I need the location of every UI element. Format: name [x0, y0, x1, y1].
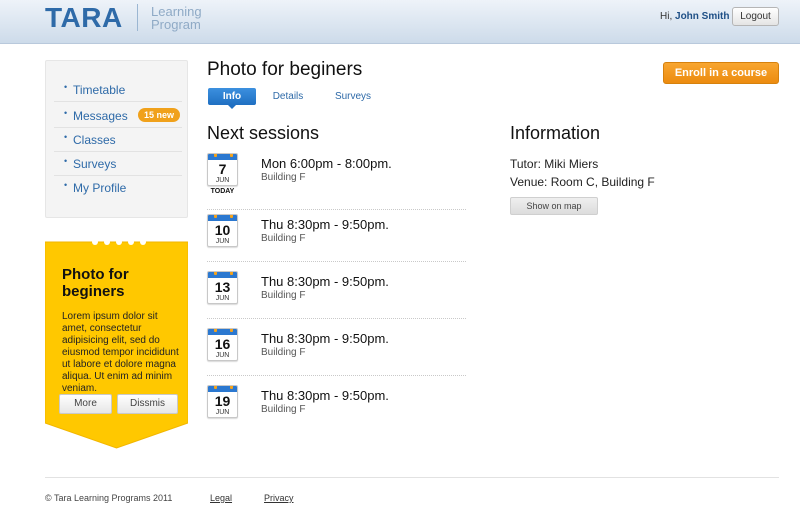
sidebar-item-label: Classes [73, 133, 116, 147]
session-row[interactable]: 13 JUN Thu 8:30pm - 9:50pm. Building F [207, 271, 466, 319]
promo-dismiss-button[interactable]: Dissmis [117, 394, 178, 414]
sidebar-item-label: Timetable [73, 83, 126, 97]
session-location: Building F [261, 404, 306, 415]
session-month: JUN [215, 177, 230, 184]
sidebar-item-label: My Profile [73, 181, 127, 195]
show-on-map-button[interactable]: Show on map [510, 197, 598, 215]
bullet-icon: • [64, 180, 68, 190]
top-bar: TARA Learning Program Hi, John Smith Log… [0, 0, 800, 44]
session-row[interactable]: 19 JUN Thu 8:30pm - 9:50pm. Building F [207, 385, 466, 425]
session-row[interactable]: 16 JUN Thu 8:30pm - 9:50pm. Building F [207, 328, 466, 376]
footer-divider [45, 477, 779, 478]
session-location: Building F [261, 172, 306, 183]
session-month: JUN [215, 295, 230, 302]
information-heading: Information [510, 123, 601, 143]
session-time: Thu 8:30pm - 9:50pm. [261, 388, 389, 403]
session-time: Thu 8:30pm - 9:50pm. [261, 274, 389, 289]
logo-subtitle-line2: Program [151, 17, 201, 32]
sidebar-item-surveys[interactable]: • Surveys [54, 152, 182, 176]
sidebar-item-messages[interactable]: • Messages 15 new [54, 104, 182, 128]
tab-details[interactable]: Details [266, 88, 310, 105]
sidebar-item-label: Messages [73, 109, 128, 123]
promo-body: Lorem ipsum dolor sit amet, consectetur … [62, 311, 179, 394]
promo-title: Photo for beginers [62, 266, 129, 300]
calendar-icon: 10 JUN [207, 214, 238, 247]
session-location: Building F [261, 233, 306, 244]
enroll-button[interactable]: Enroll in a course [663, 62, 779, 84]
tutor-info: Tutor: Miki Miers [510, 157, 599, 171]
calendar-icon: 16 JUN [207, 328, 238, 361]
session-time: Thu 8:30pm - 9:50pm. [261, 217, 389, 232]
session-row[interactable]: 7 JUN TODAY Mon 6:00pm - 8:00pm. Buildin… [207, 153, 466, 210]
session-time: Thu 8:30pm - 9:50pm. [261, 331, 389, 346]
session-row[interactable]: 10 JUN Thu 8:30pm - 9:50pm. Building F [207, 214, 466, 262]
promo-card: Photo for beginers Lorem ipsum dolor sit… [45, 240, 188, 450]
logout-button[interactable]: Logout [732, 7, 779, 26]
user-name[interactable]: John Smith [675, 11, 729, 22]
greeting-prefix: Hi, [660, 11, 673, 22]
logo[interactable]: TARA [45, 2, 123, 34]
bullet-icon: • [64, 156, 68, 166]
session-day: 10 [214, 222, 231, 238]
logo-subtitle: Learning Program [151, 5, 202, 31]
sidebar-item-my-profile[interactable]: • My Profile [54, 176, 182, 200]
sidebar-item-timetable[interactable]: • Timetable [54, 78, 182, 102]
calendar-icon: 19 JUN [207, 385, 238, 418]
tab-surveys[interactable]: Surveys [328, 88, 378, 105]
venue-info: Venue: Room C, Building F [510, 175, 655, 189]
page-title: Photo for beginers [207, 59, 363, 80]
logo-divider [137, 4, 138, 31]
session-location: Building F [261, 347, 306, 358]
footer-link-legal[interactable]: Legal [210, 493, 232, 503]
bullet-icon: • [64, 132, 68, 142]
sidebar-nav: • Timetable • Messages 15 new • Classes … [45, 60, 188, 218]
footer-link-privacy[interactable]: Privacy [264, 493, 294, 503]
footer-copyright: © Tara Learning Programs 2011 [45, 493, 173, 503]
session-location: Building F [261, 290, 306, 301]
bullet-icon: • [64, 82, 68, 92]
user-greeting: Hi, John Smith [660, 11, 729, 22]
session-day: 19 [214, 393, 231, 409]
session-day: 7 [218, 161, 227, 177]
session-day: 16 [214, 336, 231, 352]
promo-more-button[interactable]: More [59, 394, 112, 414]
messages-count-badge: 15 new [138, 108, 181, 122]
calendar-icon: 13 JUN [207, 271, 238, 304]
session-month: JUN [215, 409, 230, 416]
next-sessions-heading: Next sessions [207, 123, 320, 143]
calendar-icon: 7 JUN [207, 153, 238, 186]
tab-info[interactable]: Info [208, 88, 256, 109]
session-time: Mon 6:00pm - 8:00pm. [261, 156, 392, 171]
session-month: JUN [215, 238, 230, 245]
sidebar-item-label: Surveys [73, 157, 117, 171]
bullet-icon: • [64, 108, 68, 118]
session-day: 13 [214, 279, 231, 295]
sidebar-item-classes[interactable]: • Classes [54, 128, 182, 152]
session-month: JUN [215, 352, 230, 359]
today-label: TODAY [210, 188, 235, 195]
